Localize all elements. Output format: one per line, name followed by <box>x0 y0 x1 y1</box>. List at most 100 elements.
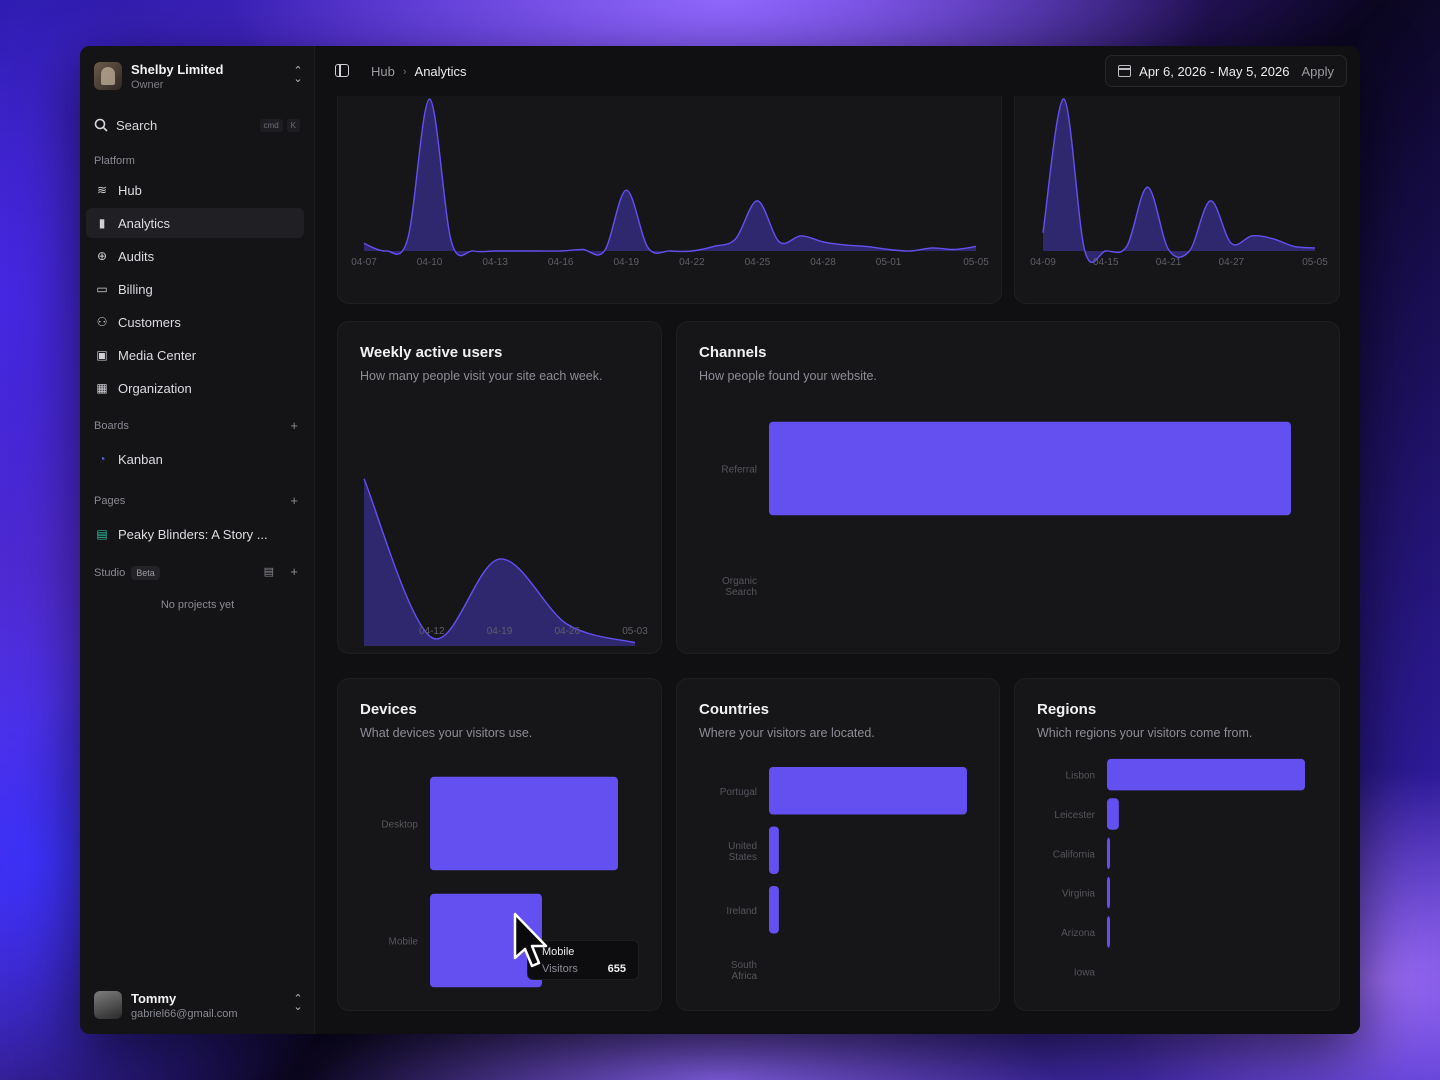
x-tick-label: 05-05 <box>963 257 989 268</box>
breadcrumb-hub[interactable]: Hub <box>371 64 395 79</box>
bar <box>1107 758 1305 791</box>
sidebar-item-label: Media Center <box>118 347 197 363</box>
section-pages: Pages <box>94 495 126 507</box>
sidebar-item-label: Hub <box>118 182 142 198</box>
search-label: Search <box>116 117 158 133</box>
category-label: Ireland <box>726 906 757 917</box>
user-menu[interactable]: Tommy gabriel66@gmail.com ⌃ ⌄ <box>94 988 304 1022</box>
section-platform: Platform <box>94 155 135 167</box>
regions-card: Regions Which regions your visitors come… <box>1014 678 1340 1011</box>
x-tick-label: 04-07 <box>351 257 377 268</box>
layers-icon: ≋ <box>96 183 108 197</box>
add-board-button[interactable]: + <box>290 418 298 433</box>
org-name: Shelby Limited <box>131 61 224 77</box>
sidebar-item-label: Billing <box>118 281 153 297</box>
sidebar-item-label: Kanban <box>118 451 163 467</box>
section-boards: Boards <box>94 420 129 432</box>
kbd-k: K <box>286 118 300 132</box>
category-label: Africa <box>731 971 757 982</box>
channels-bar-chart: Referral OrganicSearch <box>721 421 1291 598</box>
search-zoom-icon: ⊕ <box>96 249 108 263</box>
bar <box>1107 798 1119 830</box>
countries-bar-chart: Portugal UnitedStates Ireland SouthAfrica <box>720 766 967 982</box>
beta-badge: Beta <box>131 566 160 580</box>
sidebar-item-hub[interactable]: ≋ Hub <box>86 175 304 205</box>
search-button[interactable]: Search cmd K <box>94 113 300 137</box>
area-fill <box>364 478 635 646</box>
category-label: Iowa <box>1074 967 1096 978</box>
org-switcher[interactable]: Shelby Limited Owner ⌃ ⌄ <box>94 60 304 92</box>
mouse-cursor-icon <box>513 912 548 968</box>
sidebar-item-customers[interactable]: ⚇ Customers <box>86 307 304 337</box>
chevrons-up-down-icon: ⌃ ⌄ <box>293 65 303 85</box>
category-label: Arizona <box>1061 928 1095 939</box>
x-tick-label: 04-26 <box>554 626 580 637</box>
x-tick-label: 05-01 <box>876 257 902 268</box>
images-icon: ▣ <box>96 348 108 362</box>
category-label: Organic <box>722 576 757 587</box>
apply-button[interactable]: Apply <box>1301 64 1334 79</box>
studio-archive-icon[interactable]: ▤ <box>264 565 274 578</box>
sidebar-item-label: Organization <box>118 380 192 396</box>
tooltip-value: 655 <box>607 963 626 975</box>
category-label: Search <box>725 587 757 598</box>
main-content: Hub › Analytics Apr 6, 2026 - May 5, 202… <box>315 46 1360 1034</box>
x-tick-label: 04-27 <box>1219 257 1245 268</box>
sidebar-item-label: Customers <box>118 314 181 330</box>
category-label: Leicester <box>1054 810 1095 821</box>
category-label: Referral <box>721 465 757 476</box>
sidebar-item-label: Analytics <box>118 215 171 231</box>
countries-card: Countries Where your visitors are locate… <box>676 678 1000 1011</box>
breadcrumb-current: Analytics <box>414 64 467 79</box>
category-label: California <box>1053 849 1096 860</box>
org-logo <box>94 62 122 90</box>
sidebar-item-media-center[interactable]: ▣ Media Center <box>86 340 304 370</box>
bar <box>769 826 779 875</box>
bar <box>1107 837 1110 870</box>
search-icon <box>94 118 108 132</box>
x-tick-label: 04-09 <box>1030 257 1056 268</box>
bar <box>430 776 618 871</box>
sidebar-item-page[interactable]: ▤ Peaky Blinders: A Story ... <box>86 519 304 549</box>
add-page-button[interactable]: + <box>290 493 298 508</box>
sidebar-item-billing[interactable]: ▭ Billing <box>86 274 304 304</box>
x-tick-label: 04-10 <box>417 257 443 268</box>
area-fill <box>364 98 976 256</box>
x-tick-label: 04-22 <box>679 257 705 268</box>
breadcrumb: Hub › Analytics <box>371 64 467 79</box>
sidebar-item-label: Audits <box>118 248 155 264</box>
x-tick-label: 04-16 <box>548 257 574 268</box>
org-role: Owner <box>131 78 164 91</box>
category-label: Mobile <box>389 937 419 948</box>
bar <box>1107 876 1110 909</box>
category-label: South <box>731 960 757 971</box>
credit-card-icon: ▭ <box>96 282 108 296</box>
category-label: Virginia <box>1062 889 1096 900</box>
no-projects-text: No projects yet <box>160 599 235 611</box>
category-label: United <box>728 841 757 852</box>
weekly-active-users-card: Weekly active users How many people visi… <box>337 321 662 654</box>
sidebar: Shelby Limited Owner ⌃ ⌄ Search cmd K Pla… <box>80 46 315 1034</box>
add-project-button[interactable]: + <box>290 564 298 579</box>
x-tick-label: 04-19 <box>487 626 513 637</box>
sidebar-item-audits[interactable]: ⊕ Audits <box>86 241 304 271</box>
area-fill <box>1043 98 1315 263</box>
x-tick-label: 04-21 <box>1156 257 1182 268</box>
users-icon: ⚇ <box>96 315 108 329</box>
sidebar-item-analytics[interactable]: ▮ Analytics <box>86 208 304 238</box>
date-range-picker[interactable]: Apr 6, 2026 - May 5, 2026 Apply <box>1105 55 1347 87</box>
building-icon: ▦ <box>96 381 108 395</box>
sidebar-item-organization[interactable]: ▦ Organization <box>86 373 304 403</box>
x-tick-label: 04-19 <box>613 257 639 268</box>
category-label: Desktop <box>381 820 418 831</box>
app-window: Shelby Limited Owner ⌃ ⌄ Search cmd K Pla… <box>80 46 1360 1034</box>
series-line <box>1042 98 1316 264</box>
series-line <box>363 98 977 257</box>
x-tick-label: 05-05 <box>1302 257 1328 268</box>
x-tick-label: 04-13 <box>482 257 508 268</box>
sidebar-toggle-icon[interactable] <box>335 64 349 77</box>
sidebar-item-kanban[interactable]: ◔ Kanban <box>86 444 304 474</box>
date-range-text: Apr 6, 2026 - May 5, 2026 <box>1139 63 1290 79</box>
calendar-icon <box>1118 65 1132 77</box>
user-email: gabriel66@gmail.com <box>131 1007 238 1020</box>
